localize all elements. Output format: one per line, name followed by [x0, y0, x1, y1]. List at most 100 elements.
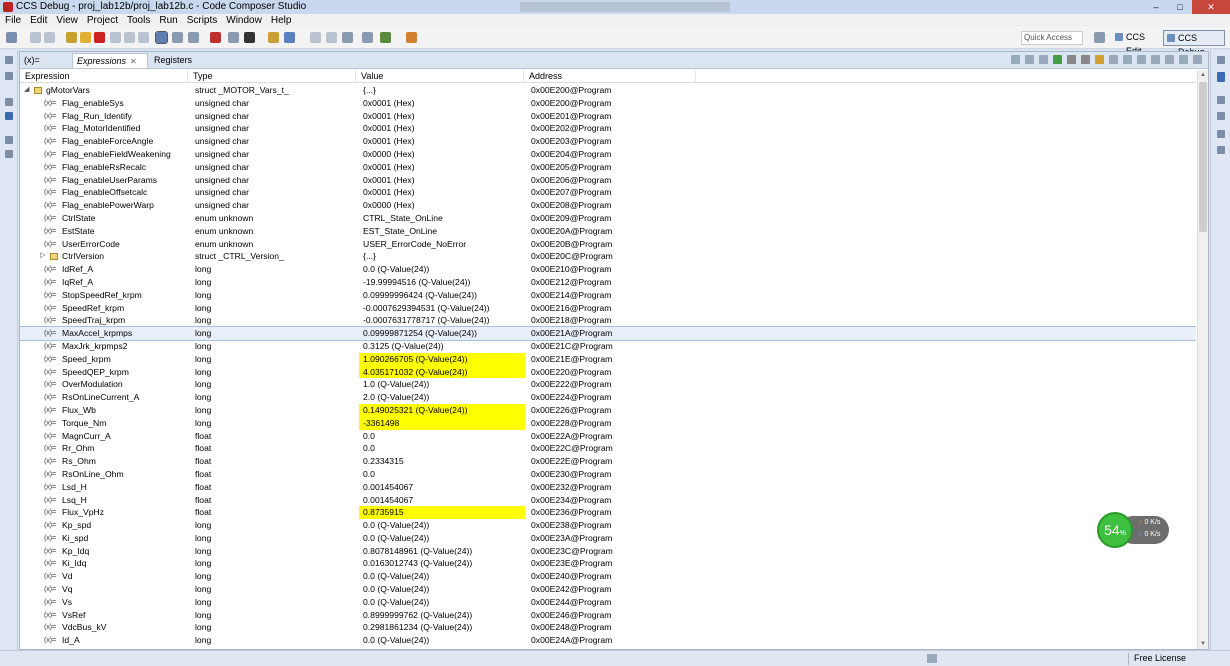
table-row[interactable]: (x)= MaxJrk_krpmps2 long 0.3125 (Q-Value(24…: [20, 340, 1196, 353]
table-row[interactable]: (x)= OverModulation long 1.0 (Q-Value(24)) 0…: [20, 378, 1196, 391]
outline-view-icon[interactable]: [5, 112, 13, 120]
value-cell[interactable]: 0x0001 (Hex): [359, 122, 525, 135]
table-row[interactable]: (x)= Flux_VpHz float 0.8735915 0x00E236@Prog…: [20, 506, 1196, 520]
instruction-step-icon[interactable]: [155, 31, 168, 44]
value-cell[interactable]: 0x0000 (Hex): [359, 148, 525, 161]
table-row[interactable]: (x)= Kp_spd long 0.0 (Q-Value(24)) 0x00E238@…: [20, 519, 1196, 532]
value-cell[interactable]: 1.0 (Q-Value(24)): [359, 378, 525, 391]
value-cell[interactable]: 0.0: [359, 468, 525, 481]
menu-view[interactable]: View: [51, 14, 82, 27]
column-header-address[interactable]: Address: [524, 70, 696, 83]
value-cell[interactable]: 0.0163012743 (Q-Value(24)): [359, 557, 525, 570]
table-row[interactable]: (x)= Flag_enableForceAngle unsigned char 0x…: [20, 135, 1196, 148]
perspective-ccs-edit[interactable]: CCS Edit: [1112, 30, 1162, 56]
table-row[interactable]: (x)= CtrlState enum unknown CTRL_State_OnLi…: [20, 212, 1196, 225]
memory-view-icon[interactable]: [1217, 130, 1225, 138]
table-row[interactable]: (x)= Lsd_H float 0.001454067 0x00E232@Progra…: [20, 481, 1196, 494]
value-cell-changed[interactable]: -3361498: [359, 416, 525, 430]
value-cell-changed[interactable]: 4.035171032 (Q-Value(24)): [359, 365, 525, 379]
problems-view-icon[interactable]: [1217, 112, 1225, 120]
console-view-icon[interactable]: [1217, 72, 1225, 82]
restart-icon[interactable]: [172, 32, 183, 43]
expanded-twisty-icon[interactable]: ◢: [24, 84, 29, 97]
value-cell[interactable]: 0.09999996424 (Q-Value(24)): [359, 289, 525, 302]
table-row[interactable]: (x)= RsOnLine_Ohm float 0.0 0x00E230@Program: [20, 468, 1196, 481]
table-row[interactable]: (x)= Torque_Nm long -3361498 0x00E228@Progra…: [20, 416, 1196, 430]
external-tools-icon[interactable]: [406, 32, 417, 43]
table-row[interactable]: (x)= Kp_Idq long 0.8078148961 (Q-Value(24))…: [20, 545, 1196, 558]
save-all-icon[interactable]: [44, 32, 55, 43]
open-perspective-icon[interactable]: [1094, 32, 1105, 43]
project-explorer-icon[interactable]: [5, 150, 13, 158]
table-row[interactable]: (x)= VdcBus_kV long 0.2981861234 (Q-Value(2…: [20, 621, 1196, 634]
save-icon[interactable]: [30, 32, 41, 43]
value-cell[interactable]: 0x0001 (Hex): [359, 110, 525, 123]
table-row[interactable]: (x)= Speed_krpm long 1.090266705 (Q-Value(2…: [20, 352, 1196, 366]
forward-icon[interactable]: [326, 32, 337, 43]
scrollbar-thumb[interactable]: [1199, 82, 1207, 232]
terminate-icon[interactable]: [94, 32, 105, 43]
table-row[interactable]: (x)= Vd long 0.0 (Q-Value(24)) 0x00E240@Prog…: [20, 570, 1196, 583]
value-cell[interactable]: 0.0: [359, 442, 525, 455]
table-row[interactable]: (x)= Flag_enableRsRecalc unsigned char 0x00…: [20, 161, 1196, 174]
value-cell[interactable]: CTRL_State_OnLine: [359, 212, 525, 225]
value-cell[interactable]: 0x0001 (Hex): [359, 161, 525, 174]
value-cell[interactable]: 0.001454067: [359, 481, 525, 494]
value-cell[interactable]: 0.2334315: [359, 455, 525, 468]
new-view-icon[interactable]: [1151, 55, 1160, 64]
table-row[interactable]: (x)= MaxAccel_krpmps long 0.09999871254 (Q-…: [20, 326, 1196, 341]
value-cell[interactable]: 0.0: [359, 430, 525, 443]
continuous-refresh-icon[interactable]: [1095, 55, 1104, 64]
table-row[interactable]: (x)= VsRef long 0.8999999762 (Q-Value(24)) 0…: [20, 609, 1196, 622]
value-cell[interactable]: 0.0 (Q-Value(24)): [359, 263, 525, 276]
table-row[interactable]: (x)= IdRef_A long 0.0 (Q-Value(24)) 0x00E210…: [20, 263, 1196, 276]
table-row[interactable]: (x)= Flag_Run_Identify unsigned char 0x0001…: [20, 110, 1196, 123]
value-cell[interactable]: 0x0001 (Hex): [359, 97, 525, 110]
tab-expressions[interactable]: Expressions ✕: [72, 53, 148, 68]
memory-icon[interactable]: [228, 32, 239, 43]
step-into-icon[interactable]: [110, 32, 121, 43]
maximize-button[interactable]: □: [1168, 0, 1192, 14]
remove-icon[interactable]: [1067, 55, 1076, 64]
add-expression-icon[interactable]: [1053, 55, 1062, 64]
table-row[interactable]: (x)= SpeedQEP_krpm long 4.035171032 (Q-Valu…: [20, 365, 1196, 379]
column-header-expression[interactable]: Expression: [20, 70, 188, 83]
menu-window[interactable]: Window: [221, 14, 266, 27]
table-row[interactable]: (x)= SpeedTraj_krpm long -0.0007631778717 (…: [20, 314, 1196, 327]
back-icon[interactable]: [310, 32, 321, 43]
table-row[interactable]: (x)= Flux_Wb long 0.149025321 (Q-Value(24))…: [20, 403, 1196, 417]
tab-variables[interactable]: (x)= Variables: [20, 53, 72, 80]
menu-file[interactable]: File: [0, 14, 25, 27]
new-icon[interactable]: [6, 32, 17, 43]
value-cell[interactable]: 2.0 (Q-Value(24)): [359, 391, 525, 404]
minimize-button[interactable]: –: [1144, 0, 1168, 14]
table-row[interactable]: (x)= UserErrorCode enum unknown USER_ErrorC…: [20, 238, 1196, 251]
disassembly-view-icon[interactable]: [1217, 146, 1225, 154]
table-row[interactable]: (x)= Flag_enableFieldWeakening unsigned ch…: [20, 148, 1196, 161]
value-cell[interactable]: EST_State_OnLine: [359, 225, 525, 238]
scroll-down-icon[interactable]: ▼: [1200, 641, 1206, 647]
menu-help[interactable]: Help: [266, 14, 296, 27]
table-row[interactable]: ◢ gMotorVars struct _MOTOR_Vars_t_ {...} 0x0…: [20, 84, 1196, 97]
minimize-view-icon[interactable]: [1179, 55, 1188, 64]
restore-icon[interactable]: [5, 136, 13, 144]
menu-project[interactable]: Project: [82, 14, 122, 27]
sync-icon[interactable]: [1137, 55, 1146, 64]
table-row[interactable]: (x)= MagnCurr_A float 0.0 0x00E22A@Program: [20, 430, 1196, 443]
table-row[interactable]: (x)= Ki_spd long 0.0 (Q-Value(24)) 0x00E23A@…: [20, 532, 1196, 545]
column-header-type[interactable]: Type: [188, 70, 356, 83]
show-type-icon[interactable]: [1011, 55, 1020, 64]
debug-view-icon[interactable]: [5, 72, 13, 80]
breakpoint-icon[interactable]: [210, 32, 221, 43]
menu-scripts[interactable]: Scripts: [182, 14, 222, 27]
tab-registers[interactable]: Registers: [150, 53, 210, 68]
value-cell[interactable]: 0.3125 (Q-Value(24)): [359, 340, 525, 353]
refresh-icon[interactable]: [1109, 55, 1118, 64]
collapsed-twisty-icon[interactable]: ▷: [40, 250, 45, 263]
table-row[interactable]: (x)= StopSpeedRef_krpm long 0.09999996424 (…: [20, 289, 1196, 302]
value-cell[interactable]: {...}: [359, 84, 525, 97]
table-row[interactable]: (x)= Flag_enableUserParams unsigned char 0x…: [20, 174, 1196, 187]
table-row[interactable]: (x)= Id_A long 0.0 (Q-Value(24)) 0x00E24A@Pr…: [20, 634, 1196, 647]
resume-icon[interactable]: [66, 32, 77, 43]
table-row[interactable]: (x)= RsOnLineCurrent_A long 2.0 (Q-Value(24…: [20, 391, 1196, 404]
